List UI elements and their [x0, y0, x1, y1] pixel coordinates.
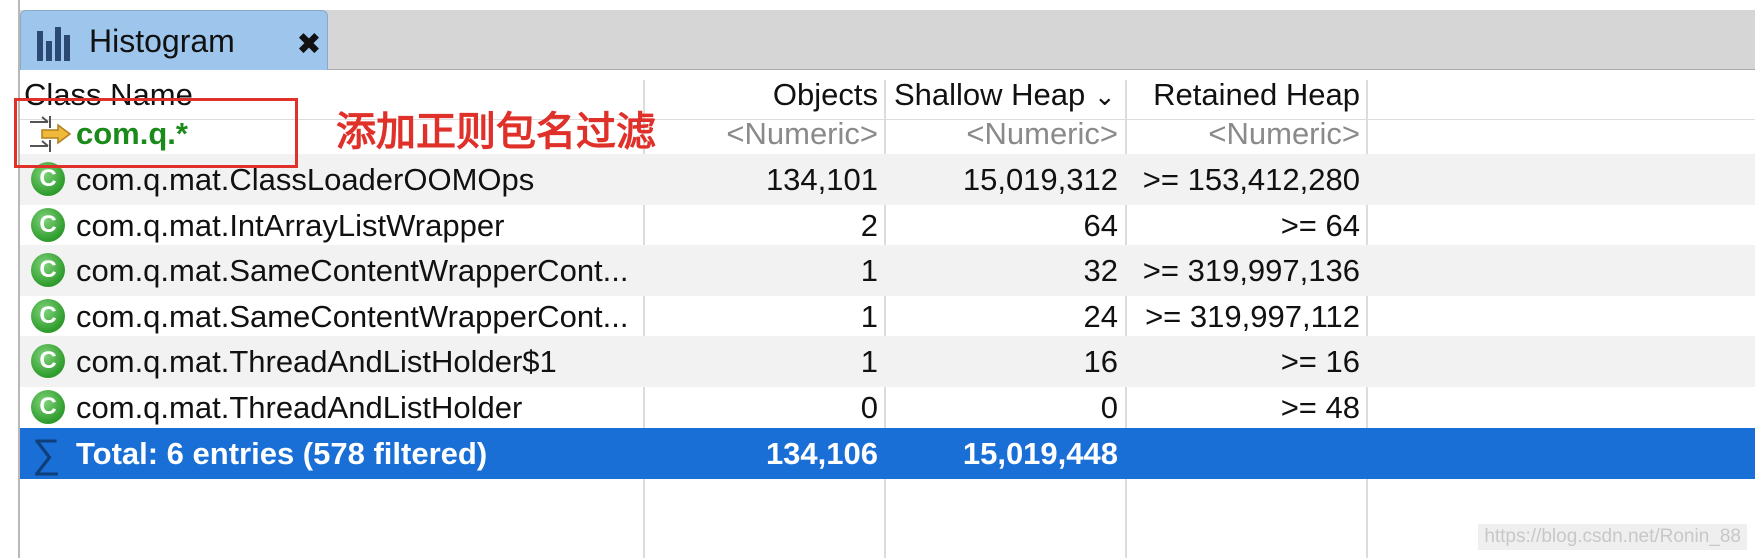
histogram-icon	[37, 25, 71, 61]
retained-heap-cell: >= 16	[1280, 344, 1360, 379]
table-row[interactable]: C com.q.mat.ThreadAndListHolder$1 1 16 >…	[20, 336, 1755, 387]
class-name-cell: com.q.mat.SameContentWrapperCont...	[76, 299, 629, 334]
shallow-heap-cell: 24	[1083, 299, 1118, 334]
close-icon[interactable]: ✖	[295, 30, 323, 60]
retained-heap-cell: >= 319,997,136	[1142, 253, 1360, 288]
class-icon: C	[31, 299, 65, 333]
retained-heap-cell: >= 153,412,280	[1142, 162, 1360, 197]
shallow-heap-cell: 15,019,312	[962, 162, 1118, 197]
shallow-heap-cell: 0	[1100, 390, 1118, 425]
shallow-heap-cell: 32	[1083, 253, 1118, 288]
shallow-heap-filter-input[interactable]: <Numeric>	[886, 108, 1118, 159]
sort-descending-icon: ⌄	[1093, 81, 1116, 111]
class-name-cell: com.q.mat.IntArrayListWrapper	[76, 208, 505, 243]
total-row[interactable]: ∑ Total: 6 entries (578 filtered) 134,10…	[20, 428, 1755, 479]
table-row[interactable]: C com.q.mat.SameContentWrapperCont... 1 …	[20, 245, 1755, 296]
retained-heap-cell: >= 48	[1280, 390, 1360, 425]
table-row[interactable]: C com.q.mat.IntArrayListWrapper 2 64 >= …	[20, 200, 1755, 251]
shallow-heap-cell: 16	[1083, 344, 1118, 379]
shallow-heap-cell: 64	[1083, 208, 1118, 243]
class-name-cell: com.q.mat.ThreadAndListHolder	[76, 390, 523, 425]
total-retained-heap	[1128, 428, 1360, 479]
objects-cell: 1	[860, 299, 878, 334]
annotation-text: 添加正则包名过滤	[336, 109, 656, 155]
retained-heap-cell: >= 64	[1280, 208, 1360, 243]
objects-cell: 1	[860, 253, 878, 288]
total-label: Total: 6 entries (578 filtered)	[76, 436, 488, 471]
class-name-cell: com.q.mat.ThreadAndListHolder$1	[76, 344, 557, 379]
retained-heap-cell: >= 319,997,112	[1145, 299, 1360, 334]
class-icon: C	[31, 208, 65, 242]
objects-filter-input[interactable]: <Numeric>	[646, 108, 878, 159]
sum-icon: ∑	[32, 432, 61, 476]
class-icon: C	[31, 344, 65, 378]
table-row[interactable]: C com.q.mat.ThreadAndListHolder 0 0 >= 4…	[20, 382, 1755, 433]
total-objects: 134,106	[765, 436, 878, 471]
tab-label: Histogram	[89, 23, 235, 59]
watermark: https://blog.csdn.net/Ronin_88	[1478, 524, 1747, 550]
objects-cell: 2	[860, 208, 878, 243]
class-icon: C	[31, 253, 65, 287]
objects-cell: 1	[860, 344, 878, 379]
objects-cell: 0	[860, 390, 878, 425]
total-shallow-heap: 15,019,448	[962, 436, 1118, 471]
objects-cell: 134,101	[765, 162, 878, 197]
table-row[interactable]: C com.q.mat.SameContentWrapperCont... 1 …	[20, 291, 1755, 342]
annotation-highlight-box	[14, 98, 298, 168]
tab-histogram[interactable]: Histogram ✖	[20, 10, 328, 70]
column-header-shallow-heap-label: Shallow Heap	[894, 77, 1086, 112]
class-icon: C	[31, 390, 65, 424]
class-name-cell: com.q.mat.SameContentWrapperCont...	[76, 253, 629, 288]
retained-heap-filter-input[interactable]: <Numeric>	[1128, 108, 1360, 159]
